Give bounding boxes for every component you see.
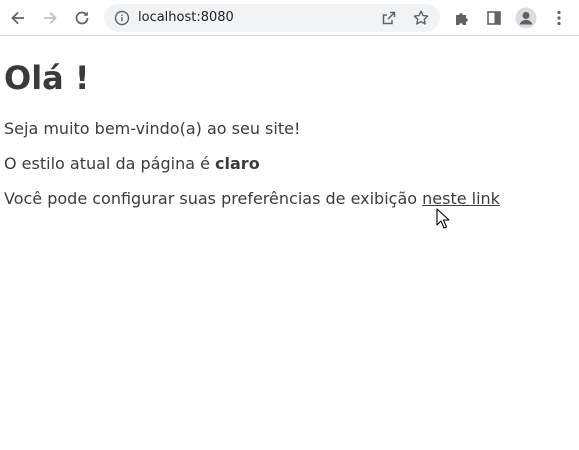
arrow-right-icon [44, 11, 57, 25]
reload-button[interactable] [69, 5, 95, 31]
address-url[interactable]: localhost:8080 [138, 10, 234, 26]
side-panel-icon [487, 11, 501, 25]
address-bar[interactable]: localhost:8080 [104, 4, 440, 32]
current-style-value: claro [215, 154, 260, 173]
preferences-link[interactable]: neste link [422, 189, 500, 208]
info-icon[interactable] [114, 10, 130, 26]
menu-button[interactable] [546, 5, 572, 31]
avatar-icon [515, 7, 537, 29]
bookmark-star-icon[interactable] [412, 9, 430, 27]
side-panel-button[interactable] [481, 5, 507, 31]
page-content: Olá ! Seja muito bem-vindo(a) ao seu sit… [4, 59, 574, 208]
extensions-button[interactable] [449, 5, 475, 31]
preferences-text: Você pode configurar suas preferências d… [4, 189, 500, 209]
arrow-left-icon [11, 11, 24, 25]
mouse-pointer-icon [436, 208, 450, 229]
forward-button[interactable] [37, 5, 63, 31]
current-style-label: O estilo atual da página é [4, 154, 216, 173]
browser-toolbar: localhost:8080 [0, 0, 579, 36]
welcome-text: Seja muito bem-vindo(a) ao seu site! [4, 119, 301, 138]
current-style-text: O estilo atual da página é claro [4, 154, 260, 174]
back-button[interactable] [5, 5, 31, 31]
share-icon[interactable] [380, 9, 398, 27]
page-heading: Olá ! [4, 59, 90, 97]
kebab-menu-icon [557, 10, 561, 26]
reload-icon [75, 11, 89, 25]
preferences-label: Você pode configurar suas preferências d… [4, 189, 423, 208]
profile-button[interactable] [513, 5, 539, 31]
puzzle-icon [456, 13, 468, 25]
